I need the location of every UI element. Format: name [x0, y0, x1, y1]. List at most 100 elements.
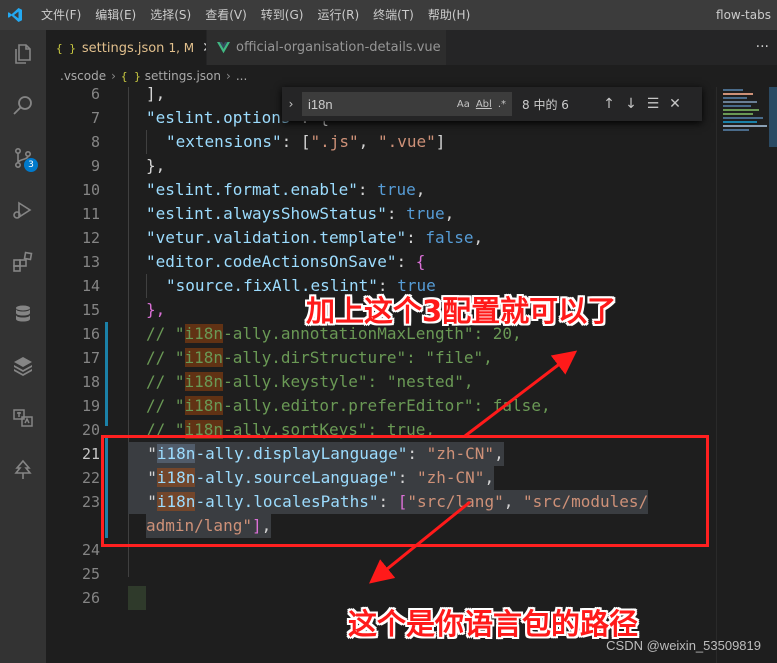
tree-icon[interactable]	[0, 448, 46, 492]
code-line-18: // "i18n-ally.keystyle": "nested",	[146, 372, 474, 391]
match-case-icon[interactable]: Aa	[457, 99, 470, 110]
code-line-11: "eslint.alwaysShowStatus": true,	[146, 204, 455, 223]
toggle-replace-icon[interactable]: ›	[282, 97, 300, 111]
annotation-top: 加上这个3配置就可以了	[306, 294, 617, 328]
line-number: 12	[81, 229, 100, 247]
menu-go[interactable]: 转到(G)	[254, 0, 311, 30]
breadcrumb: .vscode › { } settings.json › ...	[46, 65, 777, 87]
line-number: 8	[90, 133, 100, 151]
code-line-6: ],	[146, 87, 166, 103]
line-number: 21	[81, 445, 100, 463]
minimap-line	[723, 125, 767, 127]
minimap-line	[723, 101, 757, 103]
layers-icon[interactable]	[0, 344, 46, 388]
code-line-13: "editor.codeActionsOnSave": {	[146, 252, 426, 271]
code-line-9: },	[146, 156, 166, 175]
json-file-icon: { }	[56, 41, 76, 55]
line-number: 6	[90, 87, 100, 103]
tab-official-organisation-details[interactable]: official-organisation-details.vue	[206, 30, 446, 65]
line-number: 16	[81, 325, 100, 343]
code-line-19: // "i18n-ally.editor.preferEditor": fals…	[146, 396, 551, 415]
menu-bar: 文件(F) 编辑(E) 选择(S) 查看(V) 转到(G) 运行(R) 终端(T…	[34, 0, 477, 30]
minimap-line	[723, 113, 753, 115]
line-number: 19	[81, 397, 100, 415]
chevron-right-icon: ›	[226, 69, 231, 83]
translate-icon[interactable]	[0, 396, 46, 440]
use-regex-icon[interactable]: .*	[498, 99, 506, 110]
json-file-icon: { }	[120, 69, 141, 83]
arrow-up-icon[interactable]: ↑	[598, 96, 620, 112]
find-query: i18n	[308, 96, 333, 112]
code-line-10: "eslint.format.enable": true,	[146, 180, 426, 199]
find-input[interactable]: i18n Aa Abl .*	[302, 92, 512, 116]
menu-terminal[interactable]: 终端(T)	[366, 0, 421, 30]
menu-run[interactable]: 运行(R)	[310, 0, 366, 30]
find-widget: › i18n Aa Abl .* 8 中的 6 ↑ ↓ ☰ ✕	[282, 87, 702, 121]
annotation-bottom: 这个是你语言包的路径	[348, 607, 639, 641]
more-actions-icon[interactable]: ···	[756, 30, 769, 65]
line-number: 26	[81, 589, 100, 607]
code-line-8: "extensions": [".js", ".vue"]	[166, 132, 446, 151]
source-control-badge: 3	[24, 158, 38, 172]
minimap-line	[723, 121, 757, 123]
menu-selection[interactable]: 选择(S)	[143, 0, 198, 30]
breadcrumb-file[interactable]: settings.json	[145, 69, 221, 83]
minimap-line	[723, 93, 753, 95]
line-number: 20	[81, 421, 100, 439]
line-number: 17	[81, 349, 100, 367]
line-number-gutter: 6 7 8 9 10 11 12 13 14 15 16 17 18 19 20…	[46, 87, 126, 663]
chevron-right-icon: ›	[111, 69, 116, 83]
run-debug-icon[interactable]	[0, 188, 46, 232]
line-number: 7	[90, 109, 100, 127]
menu-view[interactable]: 查看(V)	[198, 0, 254, 30]
line-number: 9	[90, 157, 100, 175]
tab-problem-count: 1, M	[168, 41, 195, 55]
title-bar: 文件(F) 编辑(E) 选择(S) 查看(V) 转到(G) 运行(R) 终端(T…	[0, 0, 777, 30]
source-control-icon[interactable]: 3	[0, 136, 46, 180]
database-icon[interactable]	[0, 292, 46, 336]
minimap-line	[723, 89, 743, 91]
code-line-12: "vetur.validation.template": false,	[146, 228, 484, 247]
match-whole-word-icon[interactable]: Abl	[476, 99, 492, 110]
menu-file[interactable]: 文件(F)	[34, 0, 88, 30]
scrollbar-thumb[interactable]	[769, 87, 777, 147]
tab-label: settings.json	[81, 40, 165, 56]
minimap-line	[723, 117, 763, 119]
watermark: CSDN @weixin_53509819	[606, 638, 761, 653]
code-line-17: // "i18n-ally.dirStructure": "file",	[146, 348, 493, 367]
line-number: 22	[81, 469, 100, 487]
line-number: 25	[81, 565, 100, 583]
explorer-icon[interactable]	[0, 32, 46, 76]
tab-label: official-organisation-details.vue	[236, 40, 441, 55]
code-editor[interactable]: 6 7 8 9 10 11 12 13 14 15 16 17 18 19 20…	[46, 87, 716, 663]
extensions-icon[interactable]	[0, 240, 46, 284]
vue-icon	[217, 41, 230, 54]
window-title: flow-tabs	[716, 8, 771, 22]
minimap-line	[723, 109, 759, 111]
close-icon[interactable]: ✕	[664, 96, 686, 112]
menu-help[interactable]: 帮助(H)	[421, 0, 477, 30]
find-in-selection-icon[interactable]: ☰	[642, 96, 664, 112]
menu-edit[interactable]: 编辑(E)	[88, 0, 143, 30]
breadcrumb-folder[interactable]: .vscode	[60, 69, 106, 83]
vscode-logo-icon	[0, 0, 30, 30]
tab-settings-json[interactable]: { } settings.json 1, M ✕	[46, 30, 214, 65]
indent-guide	[146, 274, 147, 298]
line-number: 11	[81, 205, 100, 223]
breadcrumb-symbol[interactable]: ...	[236, 69, 247, 83]
code-line-15: },	[146, 300, 166, 319]
minimap-line	[723, 129, 749, 131]
editor-tab-bar: { } settings.json 1, M ✕ official-organi…	[46, 30, 777, 65]
line-number: 14	[81, 277, 100, 295]
annotation-highlight-box	[101, 435, 709, 547]
line-number: 18	[81, 373, 100, 391]
minimap-line	[723, 97, 747, 99]
line-number: 10	[81, 181, 100, 199]
line-number: 24	[81, 541, 100, 559]
arrow-down-icon[interactable]: ↓	[620, 96, 642, 112]
modified-line-marker	[105, 330, 108, 426]
minimap-line	[723, 105, 751, 107]
search-icon[interactable]	[0, 84, 46, 128]
minimap[interactable]	[716, 87, 777, 663]
line-number: 15	[81, 301, 100, 319]
